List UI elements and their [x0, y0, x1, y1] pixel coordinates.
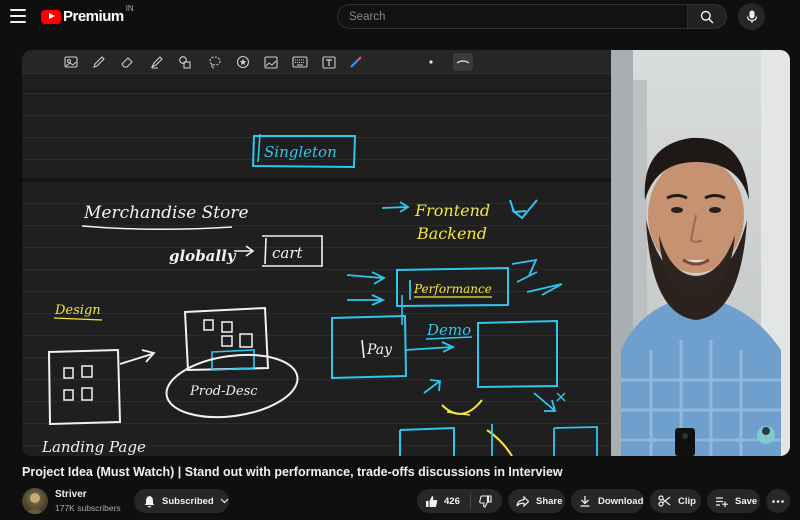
- video-player[interactable]: Singleton Merchandise Store globally car…: [22, 50, 790, 456]
- play-logo-icon: [41, 9, 61, 24]
- youtube-logo[interactable]: Premium IN: [41, 4, 134, 25]
- note-design: Design: [54, 303, 101, 318]
- note-product-desc: Prod-Desc: [189, 384, 258, 399]
- top-bar: Premium IN: [0, 0, 800, 34]
- whiteboard-frame: Singleton Merchandise Store globally car…: [22, 50, 611, 456]
- download-button[interactable]: Download: [571, 489, 644, 513]
- search-bar: [337, 4, 727, 29]
- note-merchandise: Merchandise Store: [83, 203, 249, 223]
- share-icon: [516, 495, 529, 507]
- thumbs-down-icon: [479, 494, 492, 508]
- note-demo: Demo: [426, 321, 471, 339]
- search-button[interactable]: [687, 4, 727, 29]
- channel-action-row: Striver 177K subscribers Subscribed 426 …: [22, 487, 792, 515]
- logo-region: IN: [125, 4, 134, 13]
- logo-text: Premium: [63, 8, 124, 25]
- share-label: Share: [536, 495, 563, 507]
- thumbs-up-icon: [426, 495, 438, 507]
- channel-name[interactable]: Striver: [55, 489, 87, 500]
- like-dislike-group: 426: [417, 489, 502, 513]
- note-performance: Performance: [413, 282, 492, 296]
- presenter-webcam: [611, 50, 790, 456]
- download-label: Download: [598, 495, 644, 507]
- more-actions-button[interactable]: [766, 489, 790, 513]
- like-button[interactable]: 426: [417, 489, 471, 513]
- video-title: Project Idea (Must Watch) | Stand out wi…: [22, 465, 563, 479]
- dislike-button[interactable]: [471, 489, 492, 513]
- bell-icon: [144, 495, 155, 507]
- presenter-image: [611, 50, 790, 456]
- chevron-down-icon: [220, 498, 229, 504]
- subscribed-label: Subscribed: [162, 495, 214, 507]
- save-button[interactable]: Save: [707, 489, 760, 513]
- note-pay: Pay: [366, 342, 393, 358]
- save-label: Save: [735, 495, 758, 507]
- like-count: 426: [444, 495, 460, 507]
- more-horizontal-icon: [772, 499, 784, 503]
- share-button[interactable]: Share: [508, 489, 565, 513]
- subscriber-count: 177K subscribers: [55, 503, 121, 513]
- search-icon: [700, 10, 714, 23]
- note-landing-page: Landing Page: [41, 438, 146, 456]
- clip-button[interactable]: Clip: [650, 489, 701, 513]
- note-backend: Backend: [416, 224, 487, 243]
- subscribed-button[interactable]: Subscribed: [134, 489, 229, 513]
- clip-label: Clip: [678, 495, 696, 507]
- note-cart: cart: [272, 244, 304, 262]
- voice-search-button[interactable]: [738, 3, 765, 30]
- scissors-icon: [658, 495, 671, 507]
- note-singleton: Singleton: [264, 143, 337, 161]
- whiteboard-drawing: Singleton Merchandise Store globally car…: [41, 133, 598, 456]
- note-frontend: Frontend: [414, 201, 490, 220]
- microphone-icon: [746, 10, 757, 23]
- menu-button[interactable]: [10, 9, 26, 23]
- search-input[interactable]: [337, 4, 687, 29]
- channel-avatar[interactable]: [22, 488, 48, 514]
- menu-icon: [10, 9, 26, 11]
- playlist-add-icon: [716, 496, 728, 507]
- note-globally: globally: [169, 247, 237, 265]
- download-icon: [580, 496, 590, 507]
